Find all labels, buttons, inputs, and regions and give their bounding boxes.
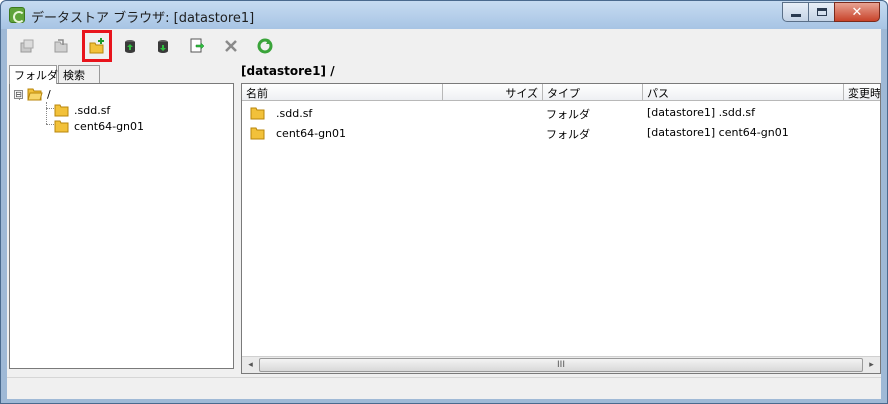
column-header-modified[interactable]: 変更時: [844, 84, 880, 101]
folder-icon: [54, 119, 70, 133]
delete-icon: [225, 40, 237, 52]
folder-icon: [54, 103, 70, 117]
refresh-button[interactable]: [253, 34, 277, 58]
scroll-grip-icon: III: [557, 360, 565, 370]
tree-item-label: cent64-gn01: [74, 119, 145, 133]
current-path-label: [datastore1] /: [241, 64, 335, 78]
upload-folder-icon: [20, 39, 34, 53]
refresh-icon: [257, 38, 273, 54]
toolbar: [7, 29, 881, 62]
tab-search[interactable]: 検索: [58, 65, 100, 83]
title-bar[interactable]: データストア ブラウザ: [datastore1] ✕: [1, 1, 887, 29]
minimize-icon: [790, 13, 801, 17]
scrollbar-thumb[interactable]: III: [259, 358, 863, 372]
folder-tree: ⊟ / .sdd.sf cent64-gn01: [9, 83, 234, 369]
register-vm-icon: [190, 38, 205, 53]
row-name-cell: .sdd.sf: [250, 106, 312, 120]
column-header-size[interactable]: サイズ: [443, 84, 543, 101]
row-path: [datastore1] .sdd.sf: [647, 106, 755, 119]
table-row[interactable]: .sdd.sf フォルダ [datastore1] .sdd.sf: [242, 103, 880, 123]
upload-icon: [125, 40, 135, 53]
horizontal-scrollbar[interactable]: ◂ III ▸: [242, 356, 880, 373]
column-header-type[interactable]: タイプ: [543, 84, 643, 101]
tree-item-label: .sdd.sf: [74, 103, 111, 117]
refresh-folder-button[interactable]: [49, 34, 73, 58]
close-icon: ✕: [851, 4, 863, 20]
column-header-name[interactable]: 名前: [242, 84, 443, 101]
scroll-left-icon[interactable]: ◂: [242, 357, 259, 373]
tree-item-label: /: [47, 87, 51, 101]
collapse-icon[interactable]: ⊟: [14, 89, 23, 99]
row-path: [datastore1] cent64-gn01: [647, 126, 789, 139]
status-bar: [7, 377, 881, 399]
minimize-button[interactable]: [782, 2, 809, 22]
tab-folders[interactable]: フォルダ: [9, 65, 58, 84]
window-title: データストア ブラウザ: [datastore1]: [31, 11, 255, 26]
upload-button[interactable]: [118, 34, 142, 58]
row-name: .sdd.sf: [276, 106, 313, 120]
scroll-right-icon[interactable]: ▸: [863, 357, 880, 373]
row-name-cell: cent64-gn01: [250, 126, 346, 140]
tree-item-root[interactable]: ⊟ /: [14, 86, 51, 102]
client-area: フォルダ 検索 ⊟ / .sdd.sf cent64-gn01 [datasto…: [7, 29, 881, 399]
tree-item[interactable]: cent64-gn01: [54, 118, 144, 134]
app-icon: [9, 7, 25, 23]
datastore-browser-window: データストア ブラウザ: [datastore1] ✕ フォルダ 検索 ⊟ / …: [0, 0, 888, 404]
close-button[interactable]: ✕: [834, 2, 880, 22]
refresh-folder-icon: [54, 39, 68, 53]
register-vm-button[interactable]: [185, 34, 209, 58]
open-folder-icon: [27, 87, 43, 101]
tree-item[interactable]: .sdd.sf: [54, 102, 110, 118]
row-type: フォルダ: [546, 128, 590, 141]
file-list: 名前 サイズ タイプ パス 変更時 .sdd.sf フォルダ [datastor…: [241, 83, 881, 374]
maximize-icon: [816, 8, 827, 16]
maximize-button[interactable]: [808, 2, 835, 22]
folder-icon: [250, 126, 266, 140]
upload-folder-button[interactable]: [15, 34, 39, 58]
column-header-path[interactable]: パス: [643, 84, 844, 101]
folder-icon: [250, 106, 266, 120]
row-type: フォルダ: [546, 108, 590, 121]
row-name: cent64-gn01: [276, 126, 347, 140]
delete-button[interactable]: [219, 34, 243, 58]
new-folder-highlight-box: [82, 30, 112, 62]
download-button[interactable]: [151, 34, 175, 58]
download-icon: [158, 40, 168, 53]
table-row[interactable]: cent64-gn01 フォルダ [datastore1] cent64-gn0…: [242, 123, 880, 143]
